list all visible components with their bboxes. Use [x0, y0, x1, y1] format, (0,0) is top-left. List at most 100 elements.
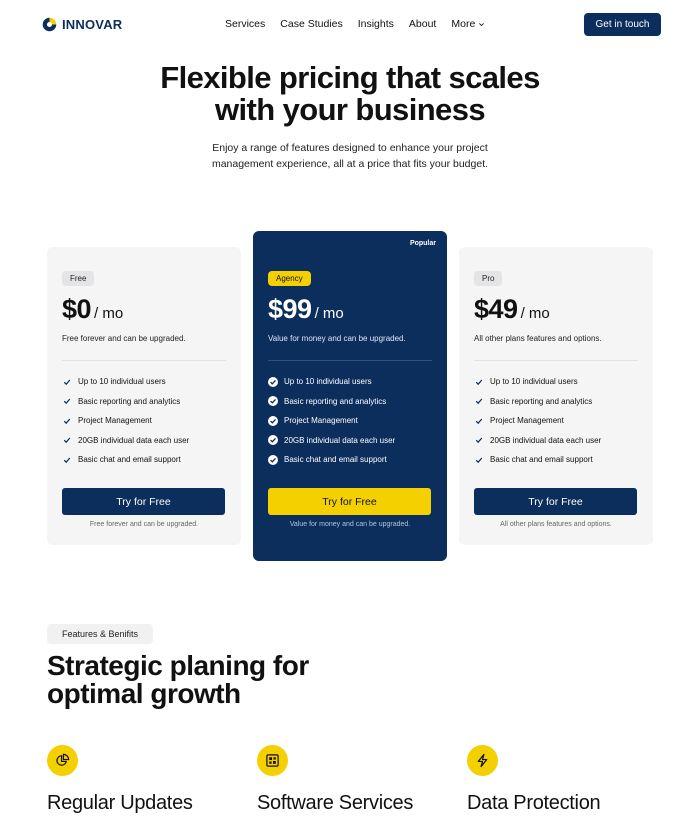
check-circle-icon — [268, 415, 278, 426]
price-period: / mo — [94, 305, 124, 322]
feature-label: Up to 10 individual users — [284, 377, 372, 387]
feature-label: Project Management — [78, 416, 152, 426]
check-icon — [475, 437, 483, 444]
brand-name: INNOVAR — [62, 17, 123, 32]
price-period: / mo — [520, 305, 550, 322]
plan-description: Free forever and can be upgraded. — [62, 334, 186, 343]
nav-link-more[interactable]: More — [451, 18, 485, 30]
feature-label: Basic chat and email support — [78, 455, 181, 465]
feature-item: Up to 10 individual users — [268, 372, 395, 392]
feature-label: Basic reporting and analytics — [78, 396, 181, 406]
check-icon — [475, 418, 483, 424]
feature-item: Up to 10 individual users — [474, 372, 601, 392]
top-navbar: INNOVAR Services Case Studies Insights A… — [0, 0, 700, 50]
feature-title: Regular Updates — [47, 792, 193, 814]
nav-link-insights[interactable]: Insights — [358, 18, 394, 30]
pricing-card-agency: Popular Agency $99 / mo Value for money … — [253, 231, 447, 561]
feature-regular-updates: Regular Updates — [47, 745, 193, 814]
divider — [268, 360, 432, 361]
check-icon — [475, 379, 483, 385]
section-title: Strategic planing for optimal growth — [47, 650, 309, 709]
feature-item: Basic chat and email support — [474, 450, 601, 470]
feature-title: Software Services — [257, 792, 414, 814]
plan-footnote: All other plans features and options. — [500, 521, 612, 528]
try-for-free-button[interactable]: Try for Free — [474, 488, 637, 515]
plan-price: $99 / mo — [268, 294, 344, 325]
try-for-free-button[interactable]: Try for Free — [62, 488, 225, 515]
nav-link-services[interactable]: Services — [225, 18, 265, 30]
plan-description: Value for money and can be upgraded. — [268, 334, 406, 343]
nav-links: Services Case Studies Insights About Mor… — [225, 18, 485, 30]
feature-label: Basic chat and email support — [284, 455, 387, 465]
plan-badge: Agency — [268, 271, 311, 286]
feature-label: Up to 10 individual users — [78, 377, 166, 387]
chevron-down-icon — [479, 22, 485, 26]
plan-footnote: Value for money and can be upgraded. — [289, 521, 411, 528]
feature-label: Up to 10 individual users — [490, 377, 578, 387]
feature-label: 20GB individual data each user — [490, 435, 602, 445]
pricing-card-pro: Pro $49 / mo All other plans features an… — [459, 247, 653, 545]
feature-item: Up to 10 individual users — [62, 372, 189, 392]
qr-code-icon — [257, 745, 288, 776]
nav-link-about[interactable]: About — [409, 18, 436, 30]
price-period: / mo — [314, 305, 344, 322]
price-amount: $99 — [268, 294, 312, 324]
plan-price: $0 / mo — [62, 294, 123, 325]
feature-label: Project Management — [284, 416, 358, 426]
feature-label: Basic reporting and analytics — [284, 396, 387, 406]
feature-item: Basic reporting and analytics — [474, 392, 601, 412]
check-icon — [475, 457, 483, 463]
feature-software-services: Software Services — [257, 745, 413, 814]
pricing-card-free: Free $0 / mo Free forever and can be upg… — [47, 247, 241, 545]
check-circle-icon — [268, 376, 278, 387]
check-icon — [63, 398, 71, 405]
feature-list: Up to 10 individual users Basic reportin… — [268, 372, 395, 470]
feature-label: Project Management — [490, 416, 564, 426]
check-icon — [63, 437, 71, 444]
feature-item: Project Management — [474, 411, 601, 431]
feature-item: Basic chat and email support — [62, 450, 189, 470]
feature-item: 20GB individual data each user — [268, 431, 395, 451]
get-in-touch-button[interactable]: Get in touch — [584, 13, 661, 36]
brand-logo[interactable]: INNOVAR — [41, 16, 122, 33]
nav-link-more-label: More — [451, 18, 476, 30]
feature-item: Basic chat and email support — [268, 450, 395, 470]
feature-data-protection: Data Protection — [467, 745, 601, 814]
feature-item: 20GB individual data each user — [474, 431, 601, 451]
check-circle-icon — [268, 396, 278, 407]
check-icon — [63, 379, 71, 385]
lightning-icon — [467, 745, 498, 776]
feature-label: Basic reporting and analytics — [490, 396, 593, 406]
feature-item: 20GB individual data each user — [62, 431, 189, 451]
hero-subtitle: Enjoy a range of features designed to en… — [211, 142, 489, 170]
check-circle-icon — [268, 435, 278, 446]
plan-badge: Pro — [474, 271, 503, 286]
section-tag: Features & Benifits — [47, 624, 154, 644]
logo-icon — [42, 17, 57, 32]
check-icon — [63, 418, 71, 424]
plan-badge: Free — [62, 271, 95, 286]
feature-label: 20GB individual data each user — [78, 435, 190, 445]
feature-item: Project Management — [62, 411, 189, 431]
divider — [62, 360, 226, 361]
plan-footnote: Free forever and can be upgraded. — [89, 521, 199, 528]
hero-title: Flexible pricing that scales with your b… — [160, 60, 540, 127]
popular-label: Popular — [409, 240, 436, 247]
price-amount: $0 — [62, 294, 92, 324]
feature-item: Basic reporting and analytics — [268, 392, 395, 412]
check-circle-icon — [268, 454, 278, 465]
check-icon — [475, 398, 483, 405]
nav-link-case-studies[interactable]: Case Studies — [280, 18, 342, 30]
feature-item: Project Management — [268, 411, 395, 431]
pie-chart-icon — [47, 745, 78, 776]
try-for-free-button[interactable]: Try for Free — [268, 488, 431, 515]
feature-item: Basic reporting and analytics — [62, 392, 189, 412]
plan-description: All other plans features and options. — [474, 334, 602, 343]
feature-label: Basic chat and email support — [490, 455, 593, 465]
feature-label: 20GB individual data each user — [284, 435, 396, 445]
divider — [474, 360, 638, 361]
price-amount: $49 — [474, 294, 518, 324]
feature-title: Data Protection — [467, 792, 601, 814]
feature-list: Up to 10 individual users Basic reportin… — [62, 372, 189, 470]
plan-price: $49 / mo — [474, 294, 550, 325]
